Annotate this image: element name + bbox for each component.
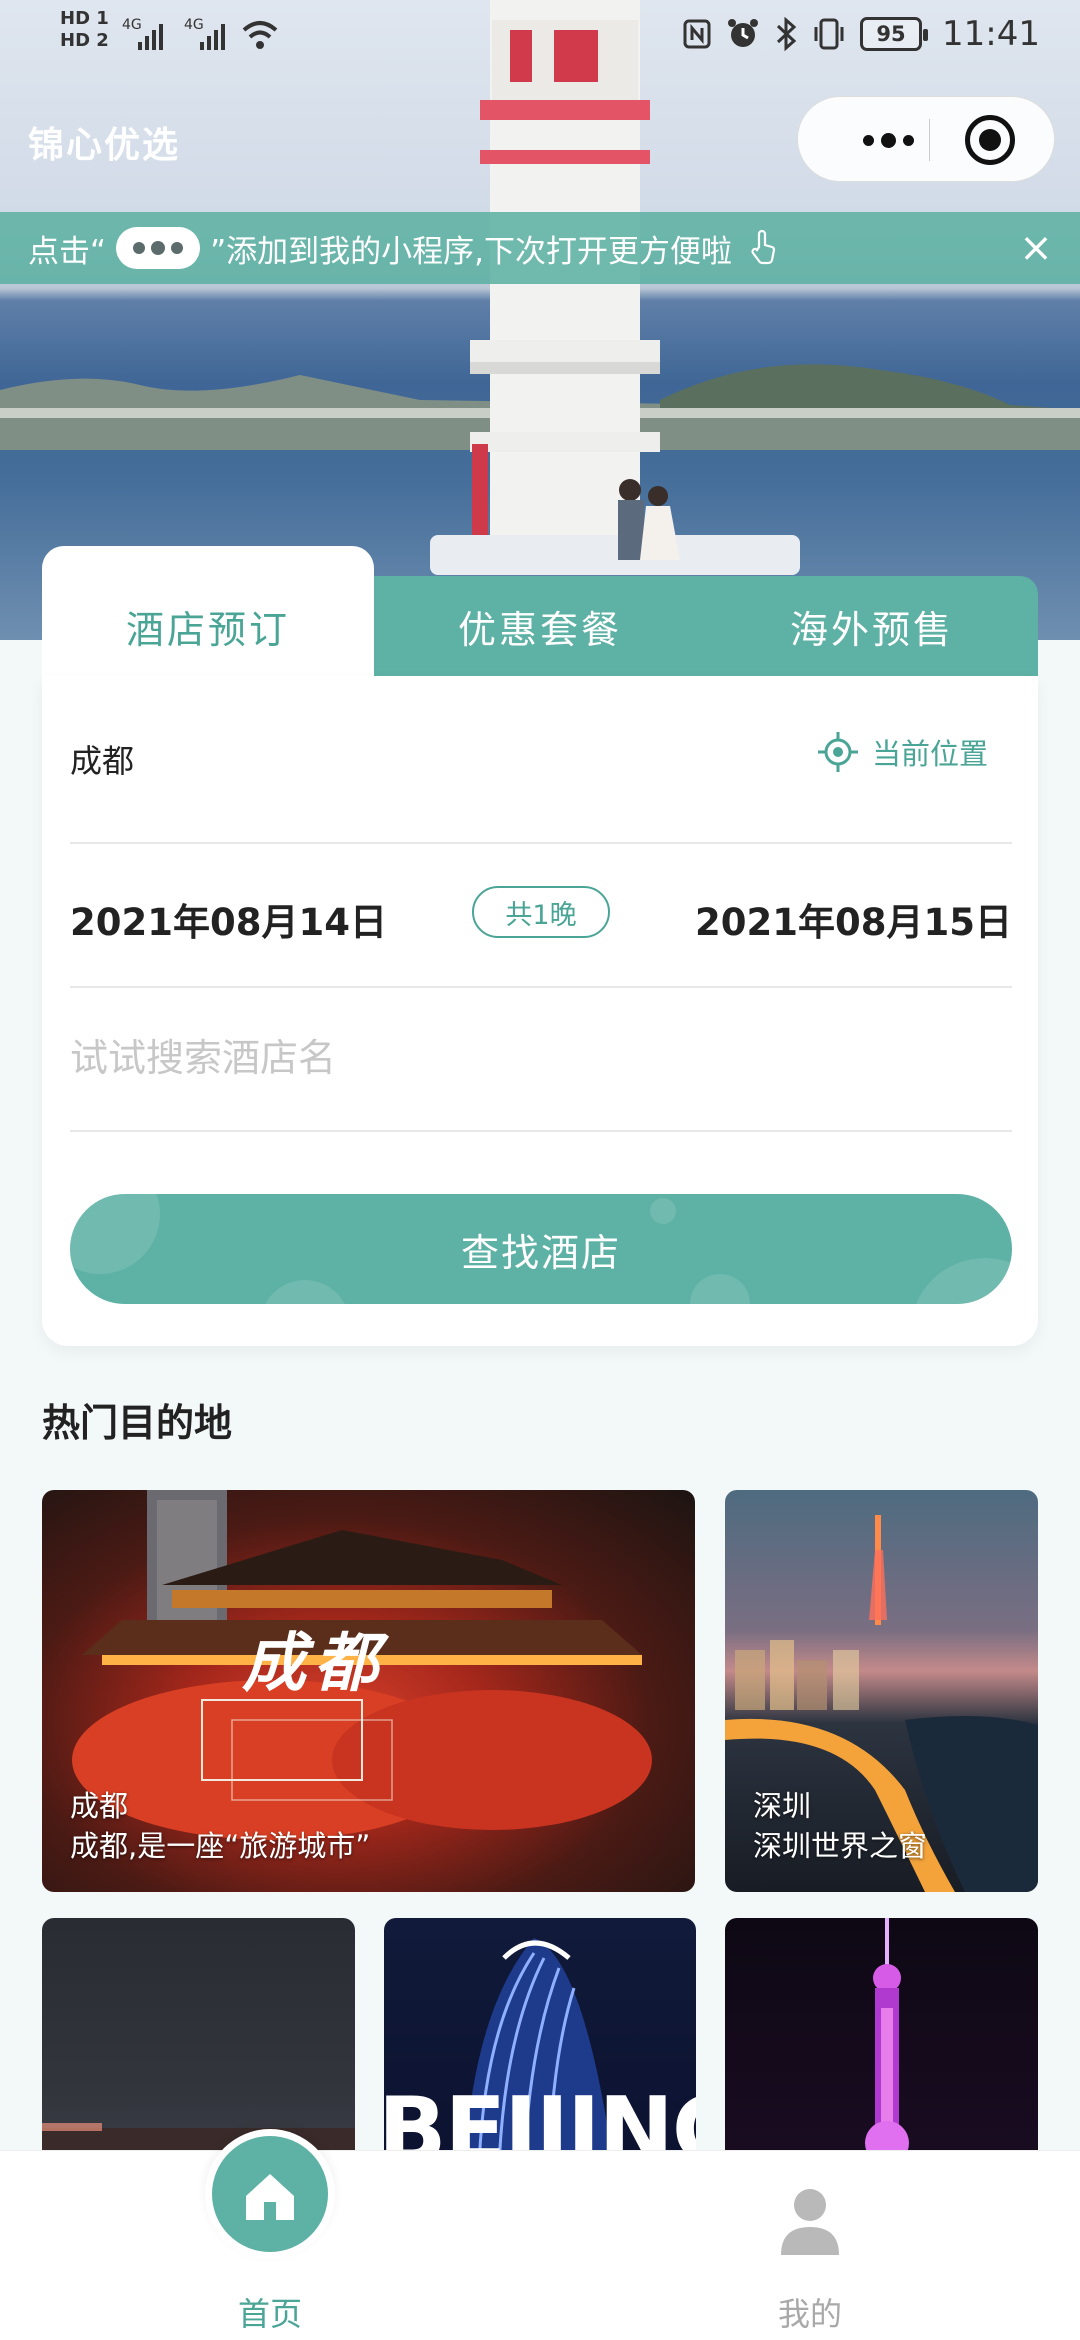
more-dots-icon <box>116 227 201 269</box>
more-menu-button[interactable] <box>833 97 943 183</box>
hotel-search-input[interactable] <box>70 1028 970 1088</box>
hint-text-after: ”添加到我的小程序,下次打开更方便啦 <box>210 233 732 270</box>
destination-name: 成都 <box>70 1789 129 1823</box>
bluetooth-icon <box>776 17 797 51</box>
city-row: 成都 当前位置 <box>70 676 1012 844</box>
destination-card-shanghai[interactable] <box>725 1918 1038 2168</box>
tab-special-packages[interactable]: 优惠套餐 <box>374 576 706 676</box>
destination-desc: 深圳世界之窗 <box>753 1829 928 1863</box>
current-location-label: 当前位置 <box>871 737 988 771</box>
close-icon[interactable]: × <box>1014 226 1058 270</box>
net2-label: 4G <box>184 17 204 33</box>
user-profile-icon[interactable] <box>777 2183 843 2259</box>
find-hotel-button[interactable]: 查找酒店 <box>70 1194 1012 1304</box>
more-dot <box>902 134 914 146</box>
destination-desc: 成都,是一座“旅游城市” <box>70 1829 371 1863</box>
destination-card-shenzhen[interactable]: 深圳 深圳世界之窗 <box>725 1490 1038 1892</box>
search-row <box>70 988 1012 1132</box>
home-icon <box>246 2174 294 2220</box>
hint-text-before: 点击“ <box>28 233 107 270</box>
city-night-photo <box>42 2123 355 2168</box>
destination-card-beijing[interactable]: BEIJING <box>384 1918 696 2168</box>
destination-card-chengdu[interactable]: 成都 成都 成都,是一座“旅游城市” <box>42 1490 695 1892</box>
close-miniprogram-icon[interactable] <box>965 115 1015 165</box>
city-selector[interactable]: 成都 <box>70 736 134 782</box>
bottom-tab-bar: 首页 我的 <box>0 2129 1080 2340</box>
current-location-button[interactable]: 当前位置 <box>816 730 988 774</box>
location-target-icon <box>817 732 858 772</box>
status-bar: HD 1 HD 2 4G 4G 95 11:41 <box>0 0 1080 74</box>
hot-destinations-title: 热门目的地 <box>42 1401 233 1445</box>
add-to-miniprogram-hint: 点击“ ”添加到我的小程序,下次打开更方便啦 × <box>0 212 1080 284</box>
destination-caption: 成都 成都,是一座“旅游城市” <box>70 1786 370 1866</box>
home-icon-bg <box>212 2136 328 2252</box>
capsule-divider <box>929 119 930 161</box>
tab-overseas-presale[interactable]: 海外预售 <box>706 576 1038 676</box>
app-title: 锦心优选 <box>28 125 181 166</box>
hand-pointer-icon <box>751 229 776 265</box>
clock: 11:41 <box>942 14 1040 54</box>
wifi-icon <box>242 21 278 49</box>
battery-indicator: 95 <box>860 17 929 51</box>
destination-name: 深圳 <box>753 1789 812 1823</box>
net1-label: 4G <box>122 17 142 33</box>
more-dot <box>880 132 896 148</box>
oriental-pearl-tower-photo <box>865 1918 909 2168</box>
booking-card: 酒店预订 优惠套餐 海外预售 成都 当前位置 2021年08月14日 共1晚 2… <box>42 546 1038 1346</box>
tab-home-button[interactable] <box>205 2129 335 2259</box>
vibrate-icon <box>814 18 844 50</box>
sim2-label: HD 2 <box>60 30 109 51</box>
signal-icon: 4G 4G <box>122 17 225 50</box>
chengdu-banner-text: 成都 <box>242 1626 386 1701</box>
check-out-date[interactable]: 2021年08月15日 <box>695 892 1012 946</box>
tab-hotel-booking[interactable]: 酒店预订 <box>42 546 374 676</box>
destination-caption: 深圳 深圳世界之窗 <box>753 1786 927 1866</box>
tab-me-label[interactable]: 我的 <box>748 2289 872 2335</box>
booking-form: 成都 当前位置 2021年08月14日 共1晚 2021年08月15日 试试搜索… <box>42 676 1038 1346</box>
booking-tabs: 酒店预订 优惠套餐 海外预售 <box>42 546 1038 676</box>
check-in-date[interactable]: 2021年08月14日 <box>70 892 387 946</box>
sim-indicator: HD 1 HD 2 <box>60 8 109 52</box>
more-dot <box>862 134 874 146</box>
nights-badge: 共1晚 <box>472 886 610 938</box>
sim1-label: HD 1 <box>60 8 109 29</box>
find-hotel-label: 查找酒店 <box>460 1230 621 1275</box>
miniprogram-capsule <box>797 96 1055 182</box>
nfc-icon <box>683 19 711 49</box>
tab-home-label[interactable]: 首页 <box>208 2289 332 2335</box>
date-row: 2021年08月14日 共1晚 2021年08月15日 <box>70 844 1012 988</box>
destination-card-3[interactable] <box>42 1918 355 2168</box>
alarm-icon <box>728 19 759 47</box>
